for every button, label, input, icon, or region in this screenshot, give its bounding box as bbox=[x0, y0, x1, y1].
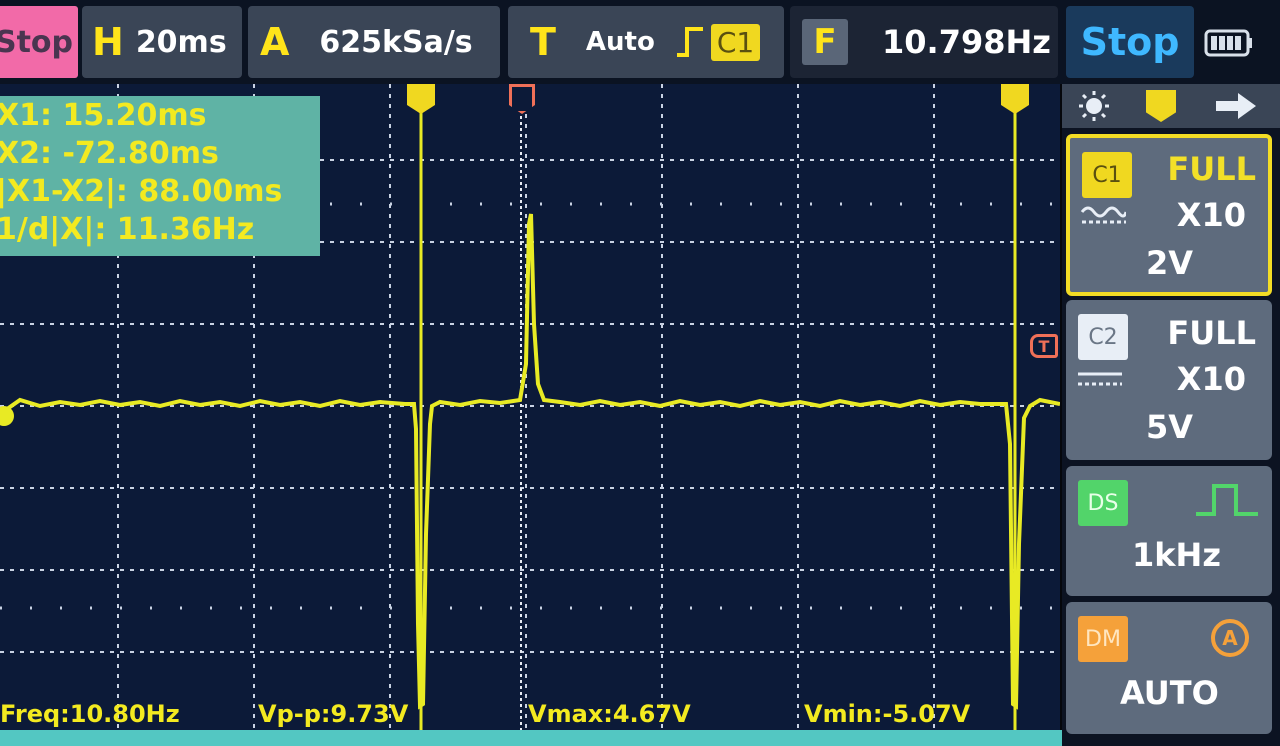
cursor-x2-icon[interactable] bbox=[1146, 90, 1176, 122]
timebase-label: H bbox=[92, 20, 124, 64]
trigger-level-marker[interactable]: T bbox=[1030, 334, 1058, 358]
cursor-inverse-readout: 1/d|X|: 11.36Hz bbox=[0, 212, 255, 247]
measure-frequency: Freq:10.80Hz bbox=[0, 700, 180, 728]
channel-2-card[interactable]: C2 FULL X10 5V bbox=[1066, 300, 1272, 460]
side-icon-row bbox=[1062, 84, 1280, 128]
channel-1-card[interactable]: C1 FULL X10 2V bbox=[1066, 134, 1272, 296]
sample-rate-button[interactable]: A 625kSa/s bbox=[248, 6, 500, 78]
sample-rate-value: 625kSa/s bbox=[319, 24, 473, 60]
status-button[interactable]: Stop bbox=[1066, 6, 1194, 78]
trigger-mode: Auto bbox=[585, 27, 655, 57]
svg-text:A: A bbox=[1222, 626, 1238, 650]
measure-vmax: Vmax:4.67V bbox=[528, 700, 691, 728]
signal-generator-card[interactable]: DS 1kHz bbox=[1066, 466, 1272, 596]
channel-1-probe: X10 bbox=[1176, 196, 1246, 234]
trigger-channel: C1 bbox=[710, 23, 761, 61]
frequency-label: F bbox=[802, 19, 848, 65]
cursor-delta-readout: |X1-X2|: 88.00ms bbox=[0, 174, 283, 209]
channel-2-tag: C2 bbox=[1078, 314, 1128, 360]
channel-1-bandwidth: FULL bbox=[1167, 150, 1256, 188]
cursor-x1-readout: X1: 15.20ms bbox=[0, 98, 207, 133]
cursor-x2-readout: X2: -72.80ms bbox=[0, 136, 219, 171]
brightness-icon[interactable] bbox=[1078, 90, 1110, 122]
rising-edge-icon bbox=[676, 27, 703, 57]
measure-vmin: Vmin:-5.07V bbox=[804, 700, 971, 728]
dc-coupling-icon bbox=[1078, 372, 1122, 386]
channel-1-tag: C1 bbox=[1082, 152, 1132, 198]
bottom-status-strip bbox=[0, 730, 1065, 746]
trigger-button[interactable]: T Auto C1 bbox=[508, 6, 784, 78]
side-panel: C1 FULL X10 2V C2 FULL X10 5V DS 1kHz DM… bbox=[1062, 84, 1280, 746]
measure-vpp: Vp-p:9.73V bbox=[258, 700, 409, 728]
signal-generator-tag: DS bbox=[1078, 480, 1128, 526]
next-page-icon[interactable] bbox=[1212, 90, 1260, 122]
timebase-value: 20ms bbox=[135, 24, 227, 60]
status-text: Stop bbox=[1080, 20, 1180, 64]
trigger-label: T bbox=[530, 20, 556, 64]
channel-2-probe: X10 bbox=[1176, 360, 1246, 398]
top-toolbar: Stop H 20ms A 625kSa/s T Auto C1 F 10.79… bbox=[0, 0, 1280, 84]
square-wave-icon bbox=[1196, 484, 1258, 516]
cursor-readout-panel: X1: 15.20ms X2: -72.80ms |X1-X2|: 88.00m… bbox=[0, 96, 320, 256]
signal-generator-frequency: 1kHz bbox=[1132, 536, 1221, 574]
acquisition-label: A bbox=[260, 20, 290, 64]
ac-coupling-icon bbox=[1080, 206, 1126, 224]
channel-2-bandwidth: FULL bbox=[1167, 314, 1256, 352]
multimeter-card[interactable]: DM A AUTO bbox=[1066, 602, 1272, 734]
channel-1-scale: 2V bbox=[1146, 244, 1194, 282]
frequency-value: 10.798Hz bbox=[882, 23, 1051, 61]
timebase-button[interactable]: H 20ms bbox=[82, 6, 242, 78]
auto-range-icon: A bbox=[1211, 619, 1249, 657]
battery-icon bbox=[1204, 29, 1252, 57]
run-stop-button[interactable]: Stop bbox=[0, 6, 78, 78]
frequency-display: F 10.798Hz bbox=[790, 6, 1058, 78]
channel-2-scale: 5V bbox=[1146, 408, 1194, 446]
multimeter-tag: DM bbox=[1078, 616, 1128, 662]
multimeter-mode: AUTO bbox=[1120, 674, 1219, 712]
